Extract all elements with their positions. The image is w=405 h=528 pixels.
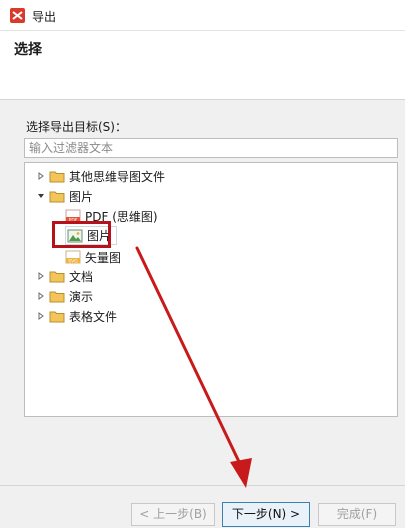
triangle-down-icon[interactable] — [35, 190, 47, 202]
tree-item-document[interactable]: 文档 — [35, 267, 93, 285]
tree-item-spreadsheet[interactable]: 表格文件 — [35, 307, 117, 325]
tree-item-label: 文档 — [69, 269, 94, 284]
tree-item-label: 演示 — [69, 289, 94, 304]
triangle-right-icon[interactable] — [35, 310, 47, 322]
footer-divider — [0, 485, 405, 486]
tree-item-label: 矢量图 — [85, 250, 122, 265]
window-title: 导出 — [32, 10, 57, 24]
title-bar: 导出 — [0, 0, 405, 31]
tree-item-label: 图片 — [69, 189, 94, 204]
tree-item-label: 其他思维导图文件 — [69, 169, 166, 184]
svg-text:SVG: SVG — [68, 258, 78, 264]
tree-item-presentation[interactable]: 演示 — [35, 287, 93, 305]
wizard-header: 选择 — [0, 31, 405, 100]
folder-icon — [49, 290, 65, 303]
tree-item-vector[interactable]: SVG 矢量图 — [65, 248, 121, 266]
finish-button[interactable]: 完成(F) — [318, 503, 396, 526]
folder-icon — [49, 190, 65, 203]
tree-item-image-folder[interactable]: 图片 — [35, 187, 93, 205]
next-button[interactable]: 下一步(N) > — [222, 502, 310, 527]
back-button[interactable]: < 上一步(B) — [131, 503, 215, 526]
svg-file-icon: SVG — [65, 249, 81, 265]
folder-icon — [49, 270, 65, 283]
xmind-icon — [10, 8, 25, 23]
filter-input[interactable] — [24, 138, 398, 158]
export-target-tree[interactable]: 其他思维导图文件 图片 PDF PDF (思维图) 图片 SVG 矢量图 文档 … — [24, 162, 398, 417]
triangle-right-icon[interactable] — [35, 170, 47, 182]
triangle-right-icon[interactable] — [35, 270, 47, 282]
tree-item-other-mindmap[interactable]: 其他思维导图文件 — [35, 167, 165, 185]
tree-item-label: 表格文件 — [69, 309, 118, 324]
page-title: 选择 — [14, 42, 42, 58]
annotation-highlight-box — [52, 221, 111, 248]
triangle-right-icon[interactable] — [35, 290, 47, 302]
folder-icon — [49, 170, 65, 183]
folder-icon — [49, 310, 65, 323]
export-target-label: 选择导出目标(S)： — [26, 120, 127, 134]
